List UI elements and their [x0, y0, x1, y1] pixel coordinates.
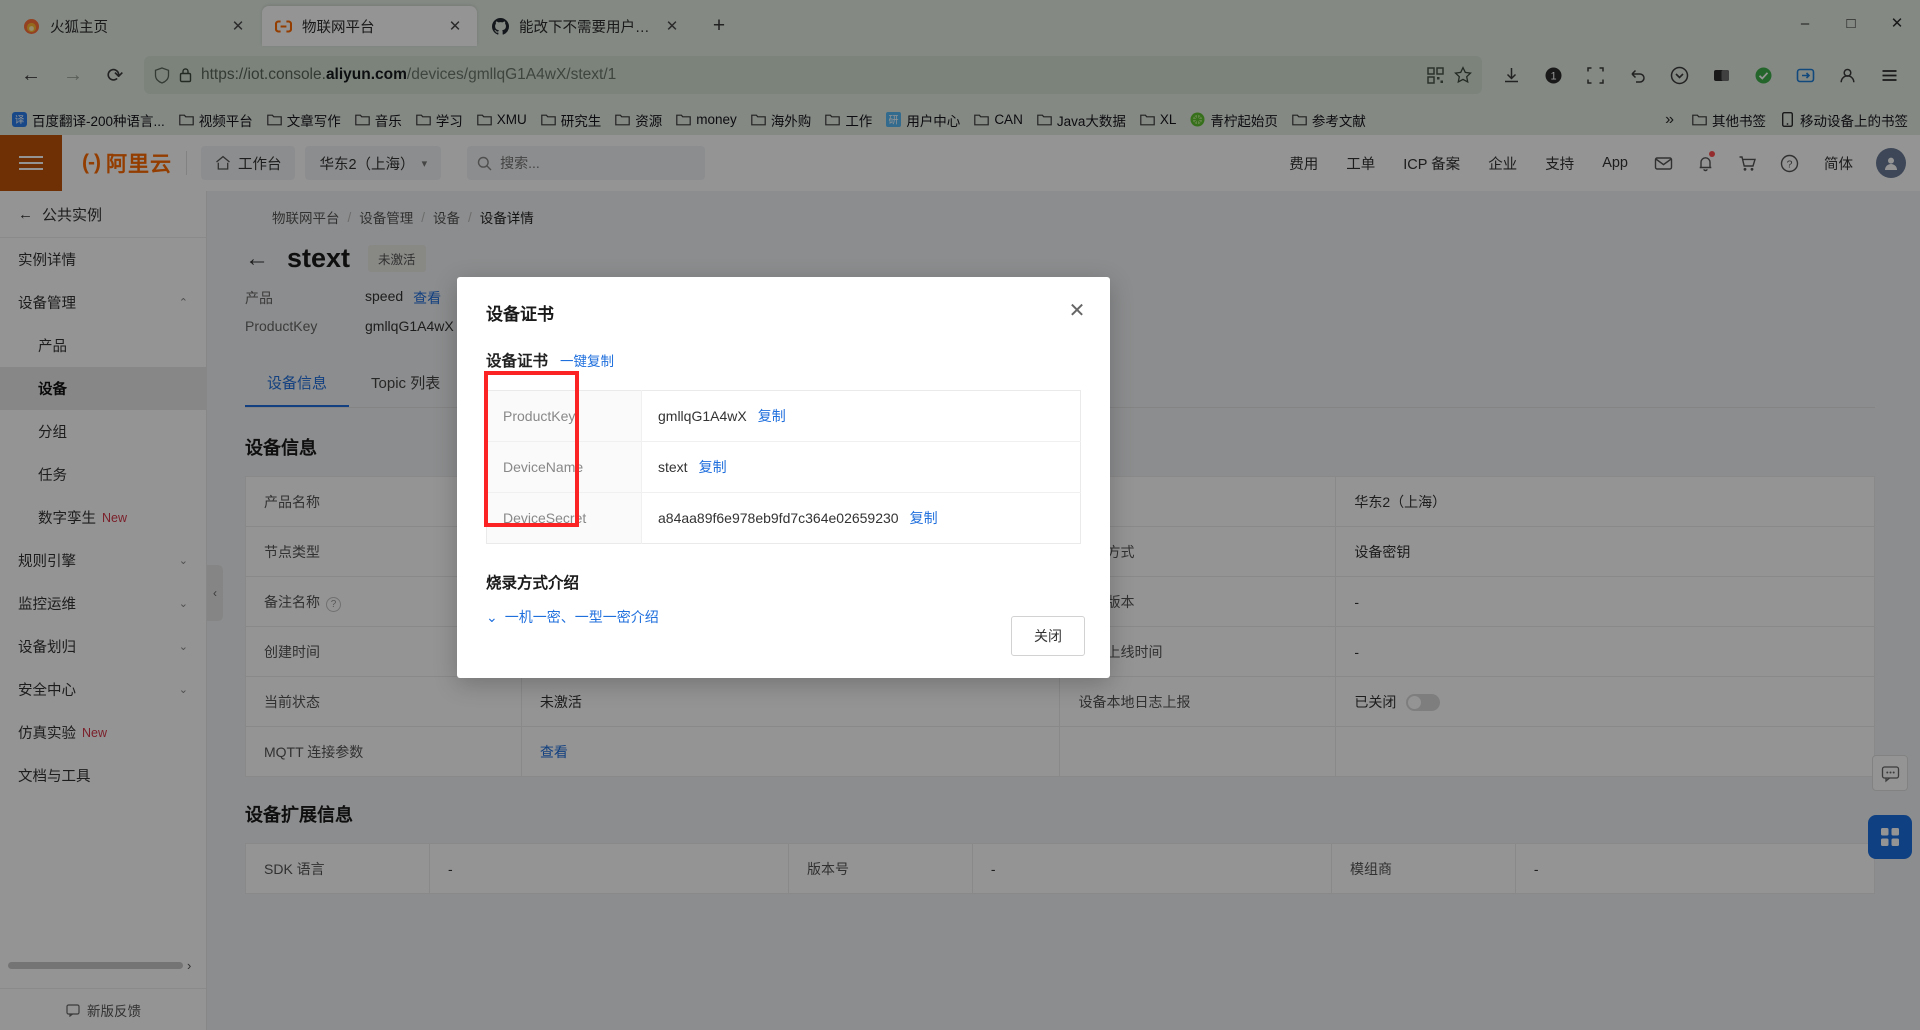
cert-value-text: gmllqG1A4wX	[658, 408, 747, 424]
cert-value-text: stext	[658, 459, 688, 475]
cert-value-productkey: gmllqG1A4wX 复制	[642, 391, 1081, 442]
cert-key-devicename: DeviceName	[487, 442, 642, 493]
cert-value-devicename: stext 复制	[642, 442, 1081, 493]
chevron-down-icon: ⌄	[486, 609, 498, 626]
dialog-subtitle-row: 设备证书 一键复制	[457, 325, 1110, 371]
cert-value-text: a84aa89f6e978eb9fd7c364e02659230	[658, 510, 899, 526]
copy-link[interactable]: 复制	[758, 408, 786, 424]
device-certificate-dialog: 设备证书 ✕ 设备证书 一键复制 ProductKey gmllqG1A4wX 复…	[457, 277, 1110, 678]
copy-link[interactable]: 复制	[910, 510, 938, 526]
close-dialog-button[interactable]: 关闭	[1011, 616, 1085, 656]
dialog-title: 设备证书	[457, 277, 1110, 325]
table-row: ProductKey gmllqG1A4wX 复制	[487, 391, 1081, 442]
burn-method-label: 一机一密、一型一密介绍	[505, 607, 659, 627]
cert-key-productkey: ProductKey	[487, 391, 642, 442]
close-icon[interactable]: ✕	[1064, 297, 1090, 323]
dialog-footer: 关闭	[1011, 616, 1085, 656]
table-row: DeviceSecret a84aa89f6e978eb9fd7c364e026…	[487, 493, 1081, 544]
certificate-table: ProductKey gmllqG1A4wX 复制 DeviceName stex…	[486, 390, 1081, 544]
cert-key-devicesecret: DeviceSecret	[487, 493, 642, 544]
cert-value-devicesecret: a84aa89f6e978eb9fd7c364e02659230 复制	[642, 493, 1081, 544]
table-row: DeviceName stext 复制	[487, 442, 1081, 493]
copy-link[interactable]: 复制	[699, 459, 727, 475]
burn-method-title: 烧录方式介绍	[457, 544, 1110, 593]
copy-all-link[interactable]: 一键复制	[560, 350, 614, 370]
dialog-subtitle: 设备证书	[486, 349, 548, 371]
